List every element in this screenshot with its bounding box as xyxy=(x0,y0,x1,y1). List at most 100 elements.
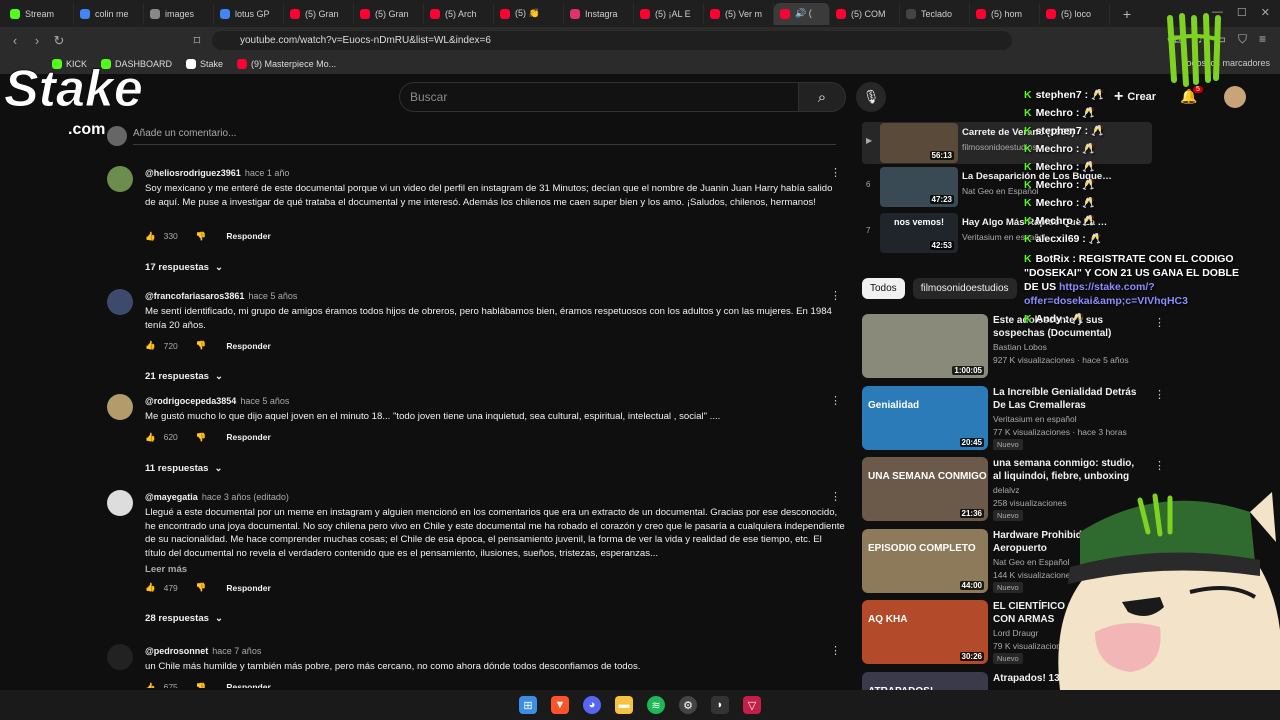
comment-author[interactable]: @rodrigocepeda3854 hace 5 años xyxy=(145,396,289,406)
steam-icon[interactable]: ⚙ xyxy=(679,696,697,714)
thumbs-down-icon[interactable]: 👎 xyxy=(196,682,207,689)
video-menu-icon[interactable]: ⋮ xyxy=(1154,316,1162,329)
view-replies-button[interactable]: 21 respuestas ⌄ xyxy=(145,371,223,382)
shield-icon[interactable]: ⛉ xyxy=(1238,32,1247,47)
reply-button[interactable]: Responder xyxy=(226,583,270,593)
browser-tab[interactable]: (5) ¡AL E xyxy=(634,2,704,25)
menu-icon[interactable]: ≡ xyxy=(1259,32,1266,47)
comment-menu-icon[interactable]: ⋮ xyxy=(830,394,841,407)
video-channel[interactable]: Lord Draugr xyxy=(993,628,1038,638)
thumbs-up-icon[interactable]: 👍 xyxy=(145,340,156,351)
comment-menu-icon[interactable]: ⋮ xyxy=(830,644,841,657)
new-badge: Nuevo xyxy=(993,581,1023,593)
browser-tab[interactable]: (5) 👏 xyxy=(494,2,564,25)
chat-separator: : xyxy=(1072,143,1083,155)
chat-text: 🥂 xyxy=(1082,107,1096,119)
thumbs-up-icon[interactable]: 👍 xyxy=(145,582,156,593)
bookmark-item[interactable]: (9) Masterpiece Mo... xyxy=(237,59,336,69)
folder-icon[interactable]: ▬ xyxy=(615,696,633,714)
brave-icon[interactable]: ▼ xyxy=(551,696,569,714)
windows-icon[interactable]: ⊞ xyxy=(519,696,537,714)
filter-chip[interactable]: filmosonidoestudios xyxy=(912,278,1017,299)
browser-tab[interactable]: Stream xyxy=(4,2,74,25)
reply-button[interactable]: Responder xyxy=(226,341,270,351)
related-video[interactable]: 1:00:05 Este adolescente y sus sospechas … xyxy=(862,314,1162,378)
close-window-icon[interactable]: ✕ xyxy=(1261,6,1270,19)
related-video[interactable]: Genialidad 20:45 La Increíble Genialidad D… xyxy=(862,385,1162,450)
browser-tab[interactable]: (5) Gran xyxy=(354,2,424,25)
maximize-icon[interactable]: ☐ xyxy=(1237,6,1247,19)
playlist-thumbnail: nos vemos! 42:53 xyxy=(880,213,958,253)
video-channel[interactable]: Bastian Lobos xyxy=(993,342,1047,352)
video-menu-icon[interactable]: ⋮ xyxy=(1154,459,1162,472)
comment-author[interactable]: @mayegatia hace 3 años (editado) xyxy=(145,492,289,502)
view-replies-button[interactable]: 11 respuestas ⌄ xyxy=(145,463,223,474)
browser-tab[interactable]: (5) COM xyxy=(830,2,900,25)
browser-tab[interactable]: (5) Arch xyxy=(424,2,494,25)
comment-avatar[interactable] xyxy=(107,644,133,670)
add-comment-input[interactable]: Añade un comentario... xyxy=(133,128,836,145)
browser-tab[interactable]: Teclado xyxy=(900,2,970,25)
spotify-icon[interactable]: ≋ xyxy=(647,696,665,714)
browser-tab[interactable]: (5) hom xyxy=(970,2,1040,25)
read-more-link[interactable]: Leer más xyxy=(145,564,187,575)
thumbs-down-icon[interactable]: 👎 xyxy=(196,231,207,242)
tab-label: (5) Gran xyxy=(375,8,409,19)
view-replies-button[interactable]: 28 respuestas ⌄ xyxy=(145,613,223,624)
reply-button[interactable]: Responder xyxy=(226,682,270,688)
view-replies-button[interactable]: 17 respuestas ⌄ xyxy=(145,262,223,273)
app-icon[interactable]: ◗ xyxy=(711,696,729,714)
reload-icon[interactable]: ↻ xyxy=(48,33,70,49)
browser-tab[interactable]: 🔊 ( xyxy=(774,2,830,25)
comment-avatar[interactable] xyxy=(107,166,133,192)
tab-label: lotus GP xyxy=(235,8,270,19)
voice-search-button[interactable]: 🎙 xyxy=(856,82,886,112)
reply-button[interactable]: Responder xyxy=(226,432,270,442)
like-count: 675 xyxy=(163,682,178,688)
browser-tab[interactable]: colin me xyxy=(74,2,144,25)
bookmark-icon[interactable]: ⌑ xyxy=(186,33,208,49)
bookmark-item[interactable]: Stake xyxy=(186,59,223,69)
comment-text: Llegué a este documental por un meme en … xyxy=(145,507,845,559)
chat-username: BotRix xyxy=(1035,253,1070,265)
tab-favicon-icon xyxy=(500,8,510,19)
comment-author[interactable]: @pedrosonnet hace 7 años xyxy=(145,646,261,656)
reply-button[interactable]: Responder xyxy=(226,231,270,241)
thumbs-up-icon[interactable]: 👍 xyxy=(145,231,156,242)
comment-menu-icon[interactable]: ⋮ xyxy=(830,289,841,302)
browser-tab[interactable]: (5) Gran xyxy=(284,2,354,25)
search-input[interactable]: Buscar xyxy=(399,82,799,112)
browser-tab[interactable]: Instagra xyxy=(564,2,634,25)
comment-author[interactable]: @heliosrodriguez3961 hace 1 año xyxy=(145,168,289,178)
search-button[interactable]: ⌕ xyxy=(798,82,846,112)
browser-tab[interactable]: lotus GP xyxy=(214,2,284,25)
thumbs-down-icon[interactable]: 👎 xyxy=(196,340,207,351)
comment-avatar[interactable] xyxy=(107,289,133,315)
comment-avatar[interactable] xyxy=(107,394,133,420)
tab-label: Teclado xyxy=(921,8,953,19)
browser-tab[interactable]: images xyxy=(144,2,214,25)
browser-tab[interactable]: (5) loco xyxy=(1040,2,1110,25)
discord-icon[interactable]: ◕ xyxy=(583,696,601,714)
video-channel[interactable]: Veritasium en español xyxy=(993,414,1077,424)
forward-icon[interactable]: › xyxy=(26,33,48,48)
video-thumbnail: UNA SEMANA CONMIGO 21:36 xyxy=(862,457,988,521)
thumbs-up-icon[interactable]: 👍 xyxy=(145,432,156,443)
thumbs-up-icon[interactable]: 👍 xyxy=(145,682,156,689)
comment-avatar[interactable] xyxy=(107,490,133,516)
video-meta: 77 K visualizaciones · hace 3 horas xyxy=(993,426,1127,437)
comment-menu-icon[interactable]: ⋮ xyxy=(830,490,841,503)
chevron-down-icon: ⌄ xyxy=(215,613,224,624)
address-bar[interactable]: youtube.com/watch?v=Euocs-nDmRU&list=WL&… xyxy=(212,31,1012,50)
filter-chip[interactable]: Todos xyxy=(862,278,905,299)
thumbs-down-icon[interactable]: 👎 xyxy=(196,582,207,593)
thumbs-down-icon[interactable]: 👎 xyxy=(196,432,207,443)
video-menu-icon[interactable]: ⋮ xyxy=(1154,388,1162,401)
video-channel[interactable]: delalvz xyxy=(993,485,1019,495)
back-icon[interactable]: ‹ xyxy=(4,33,26,48)
comment-author[interactable]: @francofariasaros3861 hace 5 años xyxy=(145,291,297,301)
new-tab-button[interactable]: + xyxy=(1118,6,1136,22)
comment-menu-icon[interactable]: ⋮ xyxy=(830,166,841,179)
kick-icon[interactable]: ▽ xyxy=(743,696,761,714)
browser-tab[interactable]: (5) Ver m xyxy=(704,2,774,25)
